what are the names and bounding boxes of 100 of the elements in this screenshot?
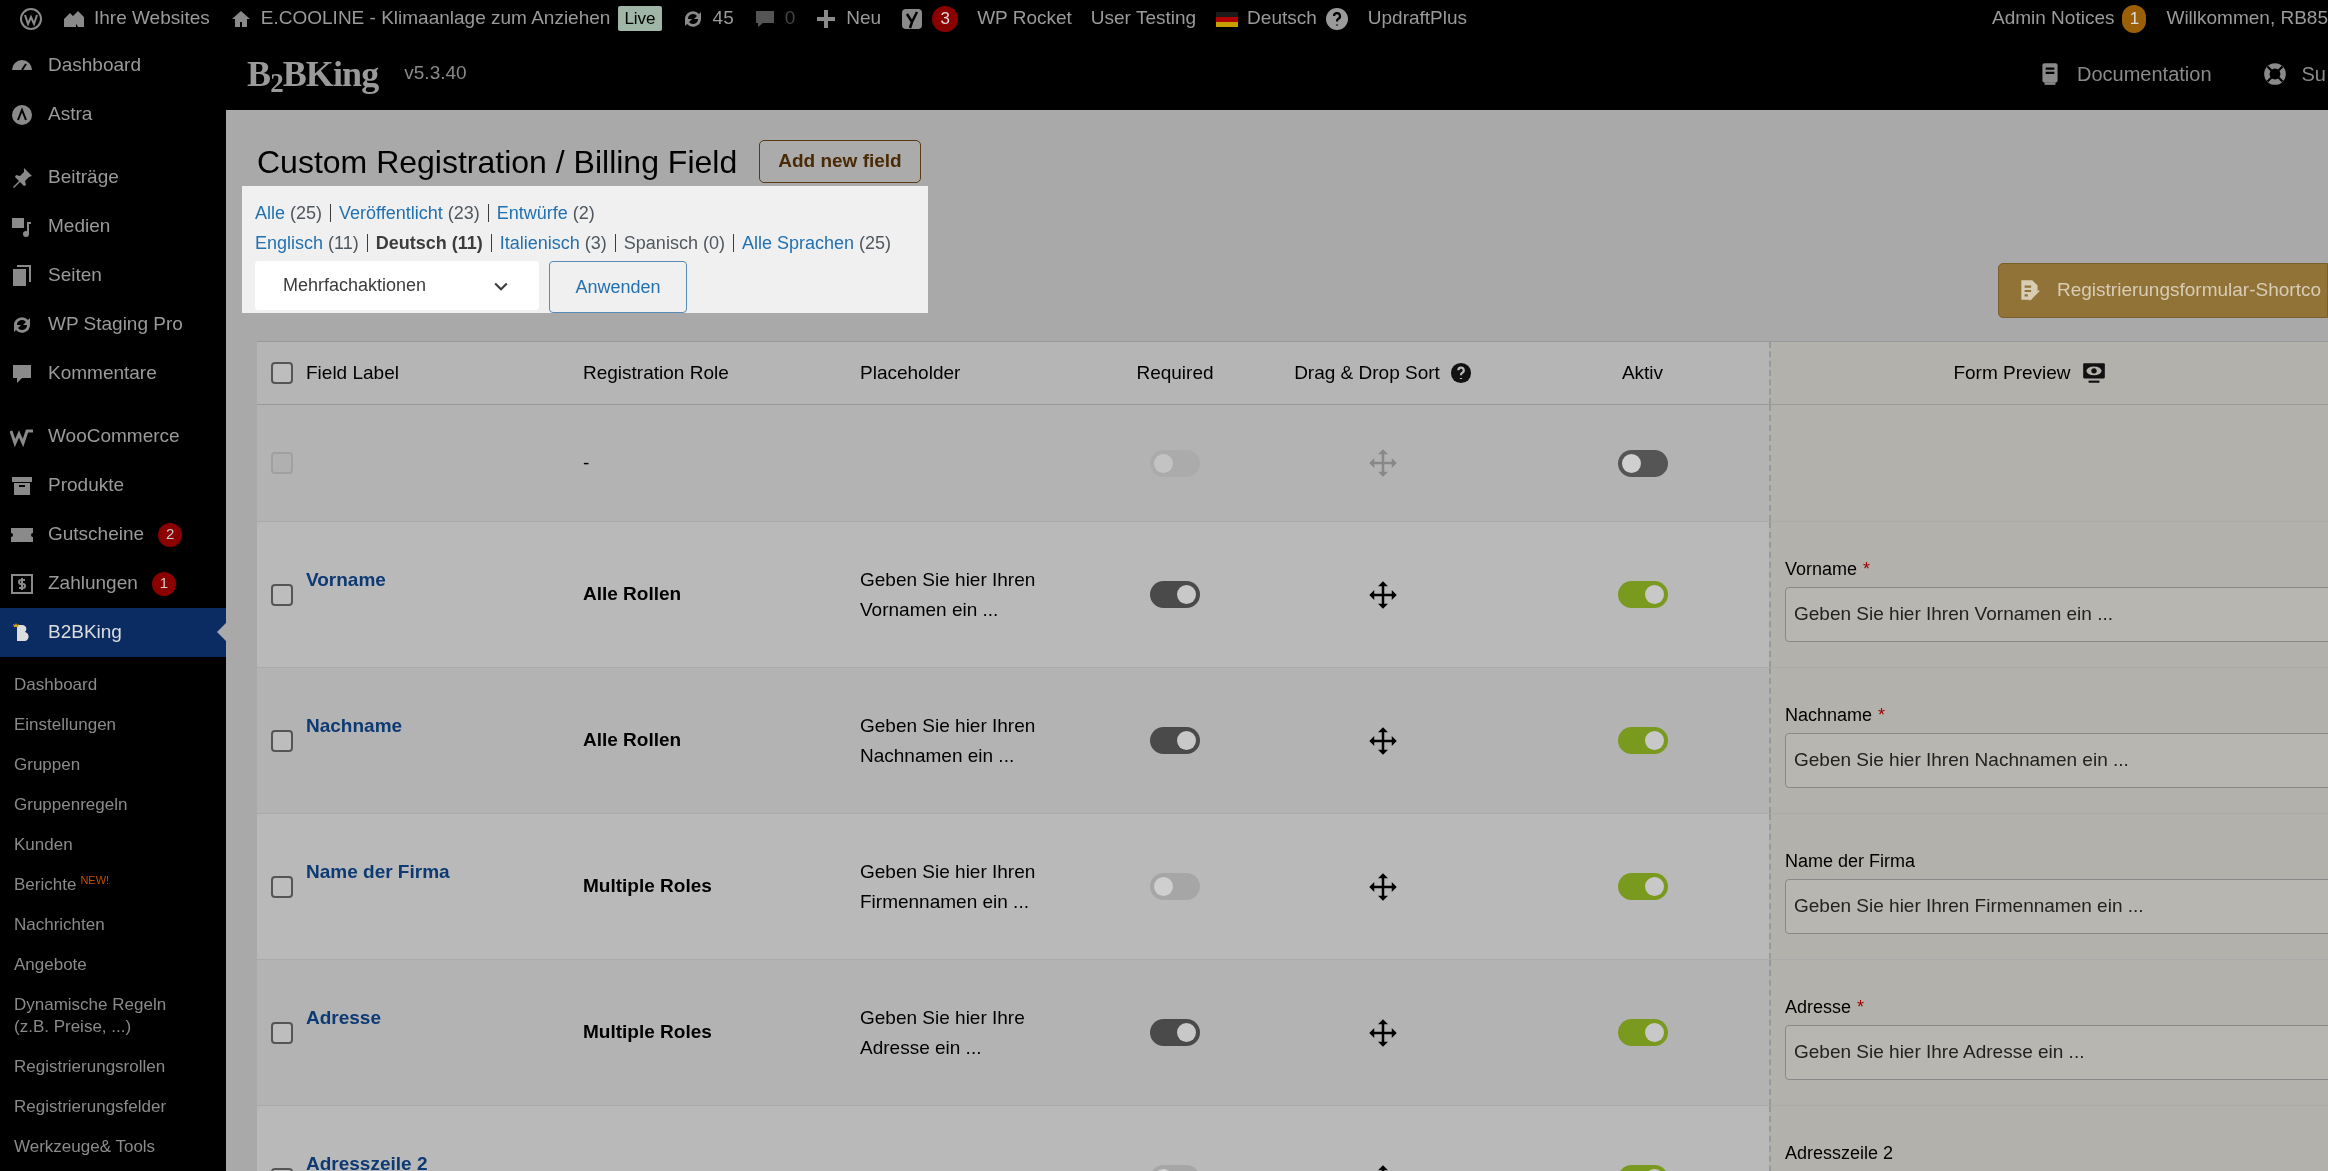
admin-bar-link[interactable]: Neu [846, 4, 882, 33]
filter-link[interactable]: Englisch (11) [255, 229, 359, 257]
required-mark: * [1878, 704, 1886, 727]
filter-link[interactable]: Alle (25) [255, 199, 323, 227]
sidebar-menu-item[interactable]: Medien [0, 202, 226, 251]
submenu-link[interactable]: Gruppenregeln [14, 794, 128, 816]
row-checkbox[interactable] [270, 875, 293, 898]
sidebar-menu-item[interactable]: Beiträge [0, 153, 226, 202]
submenu-link[interactable]: Kunden [14, 834, 73, 856]
submenu-link[interactable]: Gruppen [14, 754, 81, 776]
aktiv-toggle[interactable] [1617, 727, 1668, 754]
header-link[interactable]: Documentation [2077, 58, 2212, 89]
role-text: Alle Rollen [583, 583, 682, 605]
column-header: Required [1136, 360, 1214, 385]
filter-link[interactable]: Entwürfe (2) [496, 199, 595, 227]
preview-input-field[interactable]: Geben Sie hier Ihren Vornamen ein ... [1785, 587, 2328, 642]
add-new-field-button[interactable]: Add new field [759, 140, 921, 183]
sidebar-menu-item[interactable]: Produkte [0, 461, 226, 510]
apply-button[interactable]: Anwenden [549, 261, 687, 313]
sidebar-menu-item[interactable]: WP Staging Pro [0, 300, 226, 349]
notice-badge: 1 [2122, 4, 2147, 33]
field-label-link[interactable]: Nachname [306, 715, 403, 736]
sidebar-menu-item[interactable]: B2BKing [0, 608, 226, 657]
row-checkbox[interactable] [270, 1021, 293, 1044]
dollar-card-icon [10, 571, 34, 596]
page-title: Custom Registration / Billing Field [257, 142, 738, 182]
row-checkbox[interactable] [270, 583, 293, 606]
bulk-action-select[interactable]: Mehrfachaktionen [255, 261, 539, 310]
y-shape-icon [900, 6, 925, 31]
submenu-link[interactable]: Angebote [14, 954, 87, 976]
preview-input-field[interactable]: Geben Sie hier Ihren Nachnamen ein ... [1785, 733, 2328, 788]
admin-bar-link[interactable]: WP Rocket [977, 4, 1072, 33]
aktiv-toggle[interactable] [1617, 873, 1668, 900]
header-link[interactable]: Su [2301, 58, 2326, 89]
admin-bar-link[interactable]: Ihre Websites [94, 4, 210, 33]
row-checkbox[interactable] [270, 362, 293, 384]
preview-field-label: Adresse [1785, 996, 1852, 1019]
field-label-link[interactable]: Adresszeile 2 [306, 1153, 428, 1171]
count-badge: 1 [151, 571, 176, 596]
submenu-link[interactable]: Berichte [14, 874, 77, 896]
submenu-link[interactable]: Dashboard [14, 674, 98, 696]
filter-link[interactable]: Alle Sprachen (25) [741, 229, 891, 257]
plugin-logo: B$_{2}$BKing [247, 52, 379, 101]
column-header: Placeholder [860, 360, 961, 385]
current-arrow-icon [217, 623, 226, 641]
admin-bar-link[interactable]: Deutsch [1247, 4, 1317, 33]
admin-bar-link[interactable]: 45 [712, 4, 734, 33]
sidebar-menu-item[interactable]: Astra [0, 90, 226, 139]
submenu-link[interactable]: Registrierungsfelder [14, 1096, 167, 1118]
admin-bar-link[interactable]: E.COOLINE - Klimaanlage zum Anziehen [260, 4, 611, 33]
sidebar-menu-item[interactable]: Zahlungen 1 [0, 559, 226, 608]
field-label-link[interactable]: Vorname [306, 569, 386, 590]
move-arrows-icon [1368, 579, 1398, 610]
placeholder-text: Geben Sie hier Ihre Adresse ein ... [860, 1005, 1026, 1060]
required-mark: * [1863, 558, 1871, 581]
column-header: Aktiv [1621, 360, 1664, 385]
preview-input-field[interactable]: Geben Sie hier Ihren Firmennamen ein ... [1785, 879, 2328, 934]
submenu-link[interactable]: Einstellungen [14, 714, 117, 736]
count-badge: 3 [932, 5, 959, 32]
help-icon [1449, 362, 1472, 384]
role-text: Multiple Roles [583, 1021, 712, 1043]
admin-bar-link[interactable]: UpdraftPlus [1367, 4, 1468, 33]
submenu-link[interactable]: Registrierungsrollen [14, 1056, 166, 1078]
circle-logo-icon [10, 102, 34, 127]
move-arrows-icon [1368, 1017, 1398, 1048]
sidebar-menu-item[interactable]: Dashboard [0, 41, 226, 90]
submenu-link[interactable]: Nachrichten [14, 914, 105, 936]
move-arrows-icon [1368, 725, 1398, 756]
move-arrows-icon [1368, 448, 1398, 478]
version-label: v5.3.40 [404, 61, 467, 86]
required-toggle[interactable] [1150, 873, 1200, 900]
help-icon [1324, 6, 1349, 31]
column-header: Field Label [306, 360, 399, 385]
move-arrows-icon [1368, 871, 1398, 902]
aktiv-toggle[interactable] [1617, 581, 1668, 608]
aktiv-toggle[interactable] [1617, 1019, 1668, 1046]
submenu-link[interactable]: Werkzeuge& Tools [14, 1136, 156, 1158]
column-header: Form Preview [1953, 360, 2071, 385]
filter-link[interactable]: Deutsch (11) [375, 229, 483, 257]
required-toggle[interactable] [1150, 581, 1200, 608]
admin-bar-link[interactable]: User Testing [1090, 4, 1197, 33]
filter-link[interactable]: Veröffentlicht (23) [339, 199, 480, 227]
sidebar-menu-item[interactable]: Gutscheine 2 [0, 510, 226, 559]
role-text: - [583, 451, 590, 473]
row-checkbox[interactable] [270, 729, 293, 752]
required-toggle[interactable] [1150, 727, 1200, 754]
lifebuoy-icon [2261, 60, 2288, 87]
admin-bar-link[interactable]: Willkommen, RB85 [2166, 4, 2328, 33]
field-label-link[interactable]: Name der Firma [306, 861, 450, 882]
column-header: Drag & Drop Sort [1294, 360, 1440, 385]
preview-input-field[interactable]: Geben Sie hier Ihre Adresse ein ... [1785, 1025, 2328, 1080]
sidebar-menu-item[interactable]: Seiten [0, 251, 226, 300]
preview-field-label: Nachname [1785, 704, 1873, 727]
field-label-link[interactable]: Adresse [306, 1007, 381, 1028]
sidebar-menu-item[interactable]: WooCommerce [0, 412, 226, 461]
admin-bar-link[interactable]: Admin Notices [1991, 4, 2115, 33]
required-toggle[interactable] [1150, 1019, 1200, 1046]
submenu-link[interactable]: Dynamische Regeln (z.B. Preise, ...) [14, 994, 189, 1038]
filter-link[interactable]: Italienisch (3) [499, 229, 607, 257]
sidebar-menu-item[interactable]: Kommentare [0, 349, 226, 398]
